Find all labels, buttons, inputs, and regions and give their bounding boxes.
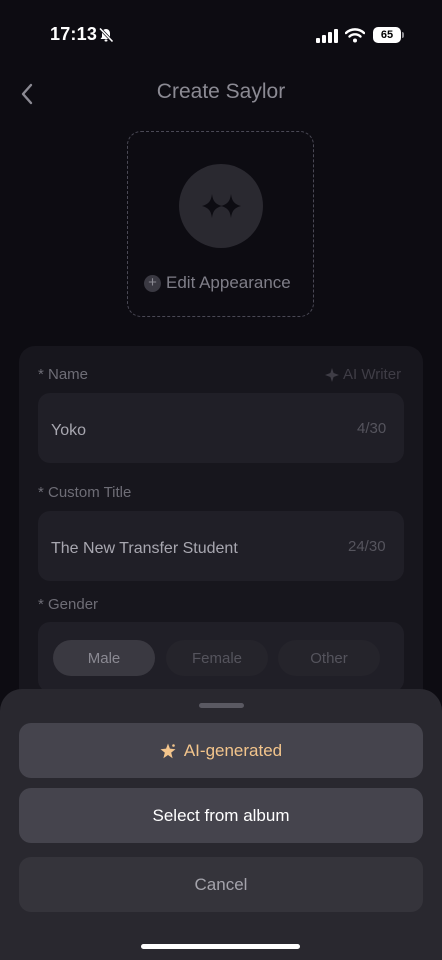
ai-writer-label: AI Writer bbox=[343, 366, 402, 383]
edit-appearance-row[interactable]: + Edit Appearance bbox=[144, 273, 291, 293]
custom-title-value: The New Transfer Student bbox=[51, 540, 238, 557]
name-counter: 4/30 bbox=[357, 420, 387, 437]
select-from-album-button[interactable]: Select from album bbox=[19, 788, 423, 843]
ai-generated-button[interactable]: AI-generated bbox=[19, 723, 423, 778]
gender-option-other[interactable]: Other bbox=[278, 640, 380, 676]
ai-generated-label: AI-generated bbox=[183, 740, 283, 760]
cancel-button[interactable]: Cancel bbox=[19, 857, 423, 912]
cellular-signal-icon bbox=[316, 29, 338, 43]
name-field[interactable] bbox=[38, 393, 404, 463]
page-title: Create Saylor bbox=[156, 80, 286, 103]
avatar-placeholder[interactable] bbox=[179, 164, 263, 248]
gender-option-male[interactable]: Male bbox=[53, 640, 155, 676]
ai-star-icon bbox=[160, 743, 176, 758]
ai-writer-button[interactable]: AI Writer bbox=[325, 366, 401, 383]
wifi-icon bbox=[345, 28, 365, 43]
battery-tip bbox=[402, 32, 404, 38]
plus-icon: + bbox=[144, 274, 161, 292]
gender-label: * Gender bbox=[38, 596, 99, 613]
custom-title-label: * Custom Title bbox=[38, 484, 132, 501]
bell-muted-icon bbox=[98, 27, 114, 43]
status-time: 17:13 bbox=[50, 24, 98, 44]
sparkle-icon bbox=[202, 194, 241, 218]
home-indicator[interactable] bbox=[141, 944, 300, 949]
custom-title-counter: 24/30 bbox=[348, 538, 386, 555]
name-label: * Name bbox=[38, 366, 89, 383]
gender-option-female[interactable]: Female bbox=[166, 640, 268, 676]
edit-appearance-label: Edit Appearance bbox=[166, 273, 291, 292]
ai-star-icon bbox=[325, 367, 339, 382]
battery-indicator: 65 bbox=[373, 27, 401, 43]
sheet-grabber[interactable] bbox=[199, 703, 244, 708]
name-value: Yoko bbox=[51, 422, 86, 439]
